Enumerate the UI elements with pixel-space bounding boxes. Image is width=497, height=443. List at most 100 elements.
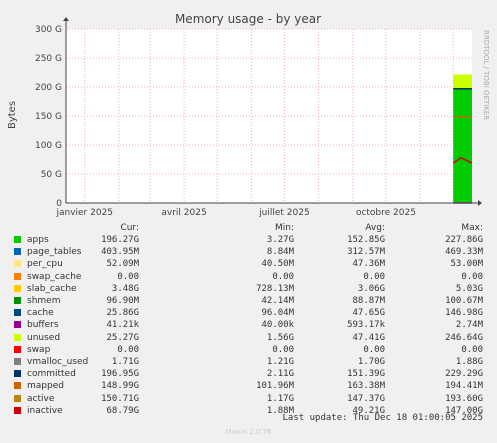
- legend-value-cur: 41.21k: [106, 320, 139, 331]
- y-tick-label: 300 G: [35, 25, 62, 35]
- y-tick-label: 150 G: [35, 112, 62, 122]
- legend-value-max: 53.00M: [450, 259, 483, 270]
- legend-value-max: 227.86G: [445, 235, 483, 245]
- legend-name: page_tables: [27, 247, 82, 258]
- legend-value-cur: 52.09M: [106, 259, 139, 270]
- x-tick-label: octobre 2025: [356, 208, 416, 218]
- legend-value-min: 40.00k: [261, 320, 294, 331]
- legend-value-avg: 151.39G: [347, 369, 385, 380]
- legend-value-min: 1.17G: [266, 393, 294, 404]
- x-tick-label: janvier 2025: [55, 208, 113, 218]
- y-tick-label: 250 G: [35, 54, 62, 64]
- series-apps: [453, 89, 472, 203]
- legend-row-committed: committed 196.95G 2.11G 151.39G 229.29G: [0, 368, 497, 380]
- legend-value-avg: 0.00: [363, 344, 385, 355]
- legend-value-cur: 68.79G: [106, 405, 139, 416]
- legend-value-avg: 3.06G: [357, 283, 385, 294]
- legend-name: vmalloc_used: [27, 357, 89, 367]
- legend-row-mapped: mapped 148.99G 101.96M 163.38M 194.41M: [0, 380, 497, 392]
- legend-value-min: 42.14M: [261, 296, 294, 306]
- legend-value-avg: 593.17k: [347, 320, 385, 331]
- legend-value-max: 469.33M: [445, 247, 483, 258]
- legend-value-min: 40.50M: [261, 259, 294, 270]
- legend-value-avg: 47.41G: [352, 332, 385, 343]
- legend-swatch: [14, 297, 21, 304]
- legend-value-avg: 1.70G: [357, 357, 385, 367]
- legend-header-cur: Cur:: [120, 223, 139, 233]
- legend-name: swap_cache: [27, 271, 82, 282]
- legend-swatch: [14, 248, 21, 256]
- legend-row-shmem: shmem 96.90M 42.14M 88.87M 100.67M: [0, 295, 497, 307]
- legend-value-cur: 25.86G: [106, 308, 139, 319]
- legend-value-avg: 147.37G: [347, 393, 385, 404]
- legend-value-min: 0.00: [272, 271, 294, 282]
- watermark: RRDTOOL / TOBI OETIKER: [482, 30, 490, 120]
- legend-swatch: [14, 394, 21, 402]
- legend-swatch: [14, 370, 21, 378]
- legend-row-unused: unused 25.27G 1.56G 47.41G 246.64G: [0, 332, 497, 344]
- legend-value-max: 246.64G: [445, 332, 483, 343]
- legend-swatch: [14, 284, 21, 292]
- legend-value-min: 96.04M: [261, 308, 294, 319]
- legend-name: mapped: [27, 381, 64, 392]
- legend-row-swap_cache: swap_cache 0.00 0.00 0.00 0.00: [0, 271, 497, 283]
- legend-name: shmem: [27, 296, 61, 306]
- last-update: Last update: Thu Dec 18 01:00:05 2025: [282, 413, 483, 423]
- legend-value-min: 8.84M: [266, 247, 294, 258]
- legend-name: slab_cache: [27, 283, 77, 294]
- legend-value-max: 2.74M: [455, 320, 483, 331]
- legend-swatch: [14, 382, 21, 390]
- legend-value-max: 100.67M: [445, 296, 483, 306]
- legend-value-avg: 152.85G: [347, 235, 385, 245]
- legend-name: cache: [27, 308, 54, 319]
- legend-value-cur: 196.95G: [101, 369, 139, 380]
- legend-value-avg: 47.65G: [352, 308, 385, 319]
- legend-name: per_cpu: [27, 259, 63, 270]
- legend-row-swap: swap 0.00 0.00 0.00 0.00: [0, 344, 497, 356]
- legend-swatch: [14, 333, 21, 341]
- legend-swatch: [14, 358, 21, 365]
- legend-swatch: [14, 345, 21, 353]
- legend-value-cur: 25.27G: [106, 332, 139, 343]
- legend-header-avg: Avg:: [365, 223, 385, 233]
- legend-name: inactive: [27, 405, 63, 416]
- legend-value-min: 2.11G: [266, 369, 294, 380]
- legend-value-cur: 0.00: [117, 344, 139, 355]
- y-axis-arrow: [63, 17, 69, 21]
- y-axis-label: Bytes: [7, 101, 18, 129]
- legend-row-buffers: buffers 41.21k 40.00k 593.17k 2.74M: [0, 319, 497, 331]
- legend-row-active: active 150.71G 1.17G 147.37G 193.60G: [0, 393, 497, 405]
- legend-value-max: 0.00: [461, 271, 483, 282]
- chart-title: Memory usage - by year: [175, 12, 321, 26]
- y-tick-label: 50 G: [41, 170, 62, 180]
- legend-swatch: [14, 321, 21, 329]
- legend-header-max: Max:: [461, 223, 483, 233]
- legend-name: apps: [27, 235, 49, 245]
- legend-swatch: [14, 236, 21, 243]
- legend-value-avg: 88.87M: [352, 296, 385, 306]
- x-axis-arrow: [478, 200, 482, 206]
- x-tick-label: avril 2025: [161, 208, 206, 218]
- munin-version: Munin 2.0.76: [225, 428, 272, 436]
- legend-value-cur: 150.71G: [101, 393, 139, 404]
- legend-value-max: 194.41M: [445, 381, 483, 392]
- legend-name: unused: [27, 332, 61, 343]
- legend-value-cur: 403.95M: [101, 247, 139, 258]
- x-tick-label: juillet 2025: [258, 208, 310, 218]
- legend-value-avg: 163.38M: [347, 381, 385, 392]
- legend-row-cache: cache 25.86G 96.04M 47.65G 146.98G: [0, 307, 497, 319]
- legend-name: buffers: [27, 320, 59, 331]
- legend-name: active: [27, 393, 55, 404]
- legend-value-cur: 3.48G: [111, 283, 139, 294]
- legend-row-vmalloc_used: vmalloc_used 1.71G 1.21G 1.70G 1.88G: [0, 356, 497, 368]
- legend-swatch: [14, 260, 21, 268]
- legend-value-max: 229.29G: [445, 369, 483, 380]
- legend-row-apps: apps 196.27G 3.27G 152.85G 227.86G: [0, 234, 497, 246]
- legend-swatch: [14, 309, 21, 317]
- legend-header-min: Min:: [274, 223, 294, 233]
- legend-value-avg: 312.57M: [347, 247, 385, 258]
- legend-value-max: 193.60G: [445, 393, 483, 404]
- legend-value-max: 1.88G: [455, 357, 483, 367]
- y-tick-label: 200 G: [35, 83, 62, 93]
- legend-swatch: [14, 272, 21, 280]
